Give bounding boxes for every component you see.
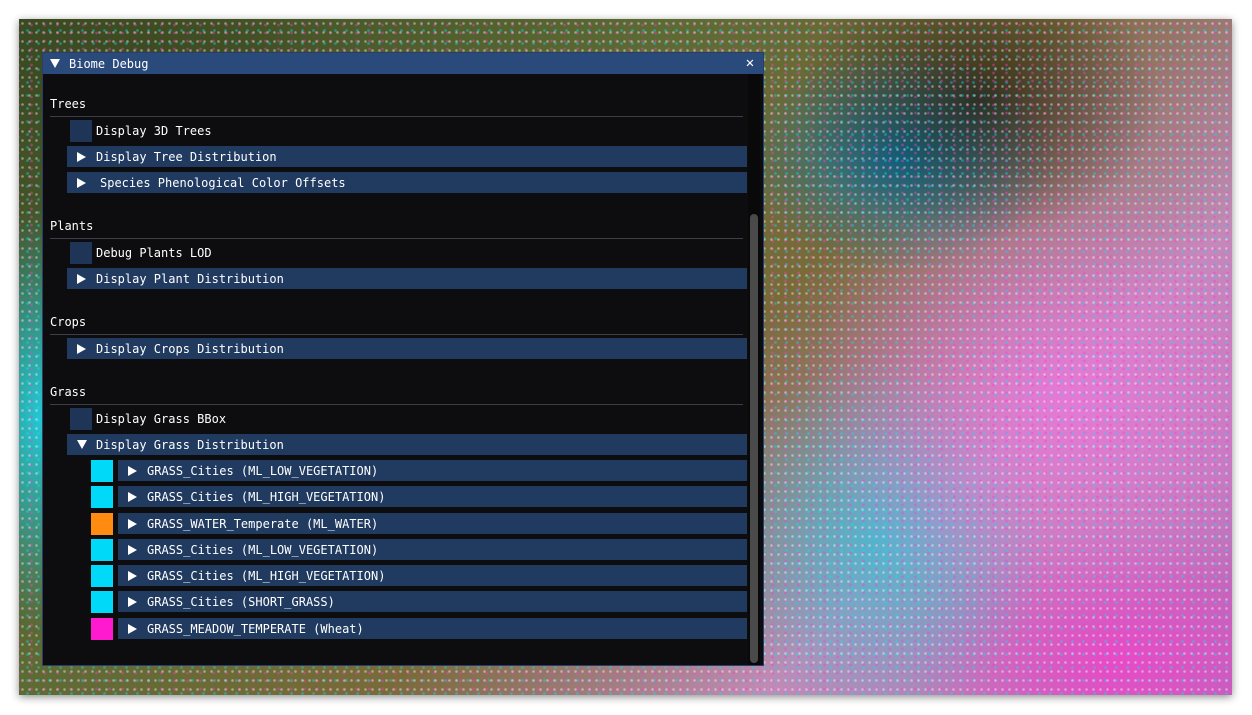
checkbox-box[interactable] bbox=[70, 408, 92, 430]
grass-item-row[interactable]: GRASS_Cities (ML_HIGH_VEGETATION) bbox=[118, 486, 747, 507]
color-swatch[interactable] bbox=[91, 513, 113, 535]
expand-arrow-icon bbox=[128, 491, 137, 502]
grass-item-row[interactable]: GRASS_Cities (ML_HIGH_VEGETATION) bbox=[118, 565, 747, 586]
color-swatch[interactable] bbox=[91, 486, 113, 508]
checkbox-label: Debug Plants LOD bbox=[96, 246, 212, 260]
expand-arrow-icon bbox=[77, 343, 86, 354]
debug-plants-lod-checkbox[interactable]: Debug Plants LOD bbox=[70, 242, 212, 264]
tree-node-tree-distribution[interactable]: Display Tree Distribution bbox=[67, 146, 747, 167]
grass-item-label: GRASS_WATER_Temperate (ML_WATER) bbox=[147, 516, 379, 531]
tree-node-plant-distribution[interactable]: Display Plant Distribution bbox=[67, 268, 747, 289]
grass-item-label: GRASS_Cities (SHORT_GRASS) bbox=[147, 594, 335, 609]
tree-node-label: Display Crops Distribution bbox=[96, 341, 284, 356]
expand-arrow-icon bbox=[128, 623, 137, 634]
section-header-crops: Crops bbox=[50, 315, 87, 329]
display-grass-bbox-checkbox[interactable]: Display Grass BBox bbox=[70, 408, 226, 430]
display-3d-trees-checkbox[interactable]: Display 3D Trees bbox=[70, 120, 212, 142]
expand-arrow-icon bbox=[128, 596, 137, 607]
grass-item-row[interactable]: GRASS_Cities (ML_LOW_VEGETATION) bbox=[118, 539, 747, 560]
checkbox-box[interactable] bbox=[70, 242, 92, 264]
divider bbox=[50, 404, 743, 405]
scrollbar-thumb[interactable] bbox=[750, 214, 758, 663]
biome-debug-window: Biome Debug ✕ Trees Display 3D Trees Dis… bbox=[42, 52, 764, 666]
grass-item-label: GRASS_Cities (ML_LOW_VEGETATION) bbox=[147, 463, 379, 478]
section-header-plants: Plants bbox=[50, 219, 94, 233]
tree-node-grass-distribution[interactable]: Display Grass Distribution bbox=[67, 434, 747, 455]
tree-node-label: Species Phenological Color Offsets bbox=[100, 175, 346, 190]
expand-arrow-icon bbox=[77, 177, 86, 188]
divider bbox=[50, 116, 743, 117]
section-trees: Trees bbox=[50, 97, 743, 117]
window-title-bar[interactable]: Biome Debug ✕ bbox=[43, 53, 763, 74]
section-grass: Grass bbox=[50, 385, 743, 405]
color-swatch[interactable] bbox=[91, 539, 113, 561]
grass-item-label: GRASS_Cities (ML_HIGH_VEGETATION) bbox=[147, 568, 386, 583]
grass-item-row[interactable]: GRASS_MEADOW_TEMPERATE (Wheat) bbox=[118, 618, 747, 639]
divider bbox=[50, 238, 743, 239]
section-header-trees: Trees bbox=[50, 97, 87, 111]
close-icon[interactable]: ✕ bbox=[743, 55, 757, 71]
checkbox-box[interactable] bbox=[70, 120, 92, 142]
grass-item-row[interactable]: GRASS_Cities (SHORT_GRASS) bbox=[118, 591, 747, 612]
expand-arrow-icon bbox=[77, 151, 86, 162]
collapse-window-icon[interactable] bbox=[50, 59, 60, 68]
scrollbar[interactable] bbox=[748, 74, 760, 665]
section-crops: Crops bbox=[50, 315, 743, 335]
tree-node-label: Display Plant Distribution bbox=[96, 271, 284, 286]
expand-arrow-icon bbox=[128, 544, 137, 555]
tree-node-label: Display Grass Distribution bbox=[96, 437, 284, 452]
expand-arrow-icon bbox=[128, 518, 137, 529]
section-header-grass: Grass bbox=[50, 385, 87, 399]
grass-item-label: GRASS_MEADOW_TEMPERATE (Wheat) bbox=[147, 621, 364, 636]
grass-item-row[interactable]: GRASS_Cities (ML_LOW_VEGETATION) bbox=[118, 460, 747, 481]
window-content: Trees Display 3D Trees Display Tree Dist… bbox=[43, 74, 763, 665]
checkbox-label: Display Grass BBox bbox=[96, 412, 227, 426]
color-swatch[interactable] bbox=[91, 591, 113, 613]
tree-node-crops-distribution[interactable]: Display Crops Distribution bbox=[67, 338, 747, 359]
window-title: Biome Debug bbox=[69, 56, 149, 71]
checkbox-label: Display 3D Trees bbox=[96, 124, 212, 138]
color-swatch[interactable] bbox=[91, 618, 113, 640]
color-swatch[interactable] bbox=[91, 460, 113, 482]
tree-node-phenological-offsets[interactable]: Species Phenological Color Offsets bbox=[67, 172, 747, 193]
grass-item-row[interactable]: GRASS_WATER_Temperate (ML_WATER) bbox=[118, 513, 747, 534]
section-plants: Plants bbox=[50, 219, 743, 239]
grass-item-label: GRASS_Cities (ML_LOW_VEGETATION) bbox=[147, 542, 379, 557]
expand-arrow-icon bbox=[77, 273, 86, 284]
tree-node-label: Display Tree Distribution bbox=[96, 149, 277, 164]
divider bbox=[50, 334, 743, 335]
expand-arrow-icon bbox=[128, 465, 137, 476]
collapse-arrow-icon bbox=[77, 440, 87, 449]
grass-item-label: GRASS_Cities (ML_HIGH_VEGETATION) bbox=[147, 489, 386, 504]
color-swatch[interactable] bbox=[91, 565, 113, 587]
expand-arrow-icon bbox=[128, 570, 137, 581]
